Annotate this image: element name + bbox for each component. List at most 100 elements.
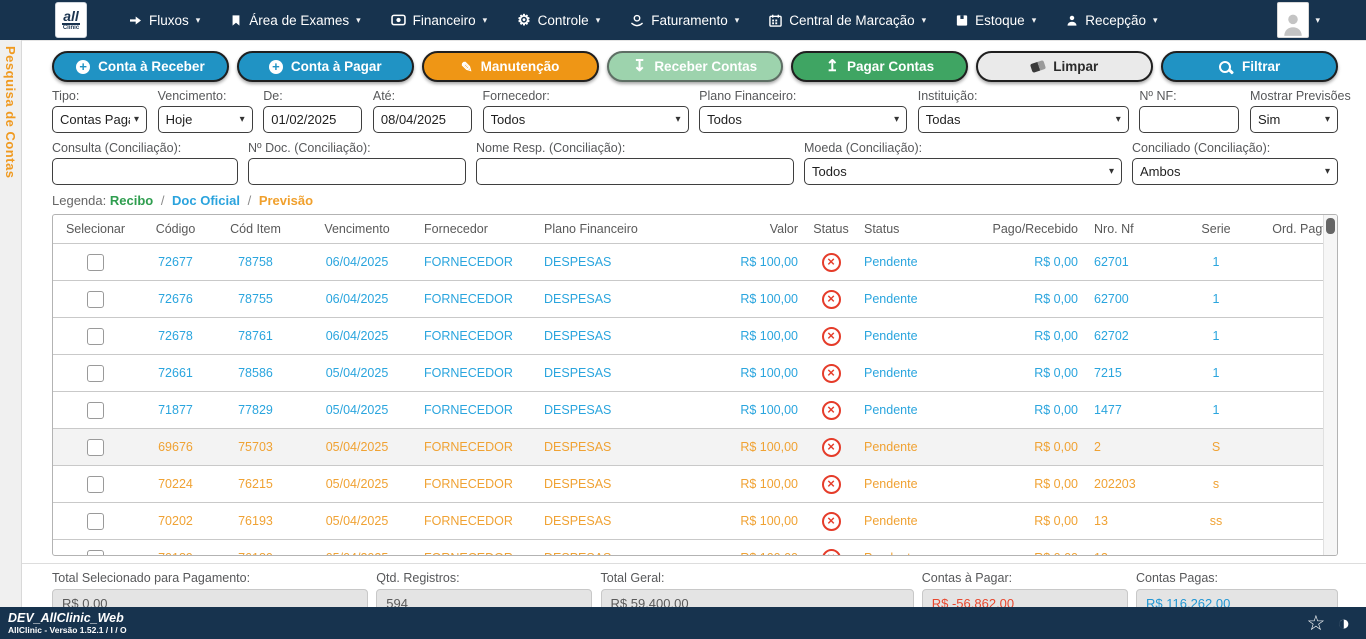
receber-contas-button[interactable]: ↧Receber Contas [607,51,784,82]
cell-ord_pagto [1261,244,1323,281]
chevron-down-icon: ▾ [1325,114,1330,125]
button-label: Conta à Receber [98,59,205,74]
filter-label-fornecedor: Fornecedor: [483,89,689,103]
main-menu: Fluxos▾ Área de Exames▾ Financeiro▾ ⚙Contro… [129,13,1158,28]
cell-serie: 1 [1171,244,1261,281]
filter-doc-input[interactable] [248,158,466,185]
cell-valor: R$ 100,00 [711,466,806,503]
table-row[interactable]: 718777782905/04/2025FORNECEDORDESPESASR$… [53,392,1323,429]
nav-item-estoque[interactable]: Estoque▾ [956,13,1036,28]
row-checkbox[interactable] [87,291,104,308]
filter-label-instituicao: Instituição: [918,89,1129,103]
limpar-button[interactable]: Limpar [976,51,1153,82]
app-logo[interactable]: all Clinic [55,2,87,38]
row-checkbox[interactable] [87,254,104,271]
row-checkbox[interactable] [87,439,104,456]
nav-item-recepcao[interactable]: Recepção▾ [1066,13,1157,28]
cell-fornecedor: FORNECEDOR [416,429,536,466]
column-header-6: Valor [711,215,806,244]
status-cancel-icon: × [822,290,841,309]
nav-item-area-de-exames[interactable]: Área de Exames▾ [230,13,360,28]
filter-conciliado-select[interactable]: Ambos▾ [1132,158,1338,185]
table-row[interactable]: 726787876106/04/2025FORNECEDORDESPESASR$… [53,318,1323,355]
star-icon[interactable]: ☆ [1306,613,1325,634]
button-label: Conta à Pagar [291,59,382,74]
avatar[interactable] [1277,2,1309,38]
user-menu[interactable]: ▾ [1277,2,1320,38]
nav-item-faturamento[interactable]: Faturamento▾ [630,13,739,28]
cell-vencimento: 05/04/2025 [298,429,416,466]
cell-vencimento: 06/04/2025 [298,244,416,281]
cell-ord_pagto [1261,429,1323,466]
filter-tipo-select[interactable]: Contas Pagas▾ [52,106,147,133]
manutencao-button[interactable]: ✎Manutenção [422,51,599,82]
filter-vencimento-select[interactable]: Hoje▾ [158,106,253,133]
legend: Legenda: Recibo / Doc Oficial / Previsão [22,185,1366,212]
filter-fornecedor-select[interactable]: Todos ▾ [483,106,689,133]
accounts-table: SelecionarCódigoCód ItemVencimentoFornec… [53,215,1323,555]
total-label-total-geral: Total Geral: [601,571,914,585]
row-checkbox[interactable] [87,402,104,419]
filter-mostrar-previsoes-select[interactable]: Sim▾ [1250,106,1338,133]
table-row[interactable]: 726767875506/04/2025FORNECEDORDESPESASR$… [53,281,1323,318]
pagar-contas-button[interactable]: ↥Pagar Contas [791,51,968,82]
filter-instituicao-select[interactable]: Todas▾ [918,106,1129,133]
nav-item-controle[interactable]: ⚙Controle▾ [517,13,600,28]
table-row[interactable]: 726777875806/04/2025FORNECEDORDESPESASR$… [53,244,1323,281]
cell-nf: 2 [1086,429,1171,466]
total-total-selecionado: Total Selecionado para Pagamento:R$ 0,00 [52,571,368,607]
nav-item-central-de-marcacao[interactable]: Central de Marcação▾ [769,13,926,28]
cell-valor: R$ 100,00 [711,392,806,429]
chevron-down-icon: ▾ [675,114,680,125]
cell-valor: R$ 100,00 [711,281,806,318]
status-cancel-icon: × [822,364,841,383]
table-scrollbar[interactable] [1323,215,1337,555]
contrast-icon[interactable]: ◑ [1337,613,1350,634]
filter-moeda-select[interactable]: Todos▾ [804,158,1122,185]
row-checkbox[interactable] [87,328,104,345]
filtrar-button[interactable]: Filtrar [1161,51,1338,82]
row-checkbox[interactable] [87,513,104,530]
filter-consulta-input[interactable] [52,158,238,185]
filter-field-vencimento: Vencimento:Hoje▾ [158,89,253,133]
status-cancel-icon: × [822,549,841,556]
nav-item-fluxos[interactable]: Fluxos▾ [129,13,200,28]
filter-label-consulta: Consulta (Conciliação): [52,141,238,155]
cell-vencimento: 06/04/2025 [298,281,416,318]
filter-nf-input[interactable] [1139,106,1239,133]
row-checkbox[interactable] [87,476,104,493]
filter-de-input[interactable] [263,106,362,133]
table-row[interactable]: 702027619305/04/2025FORNECEDORDESPESASR$… [53,503,1323,540]
conta-a-pagar-button[interactable]: +Conta à Pagar [237,51,414,82]
button-label: Limpar [1053,59,1098,74]
download-icon: ↧ [633,59,646,75]
cell-pago: R$ 0,00 [971,281,1086,318]
filter-ate-input[interactable] [373,106,472,133]
selected-value: Todas [926,112,961,127]
table-row[interactable]: 702247621505/04/2025FORNECEDORDESPESASR$… [53,466,1323,503]
cell-fornecedor: FORNECEDOR [416,318,536,355]
chevron-down-icon: ▾ [240,114,245,125]
filter-label-plano-financeiro: Plano Financeiro: [699,89,907,103]
nav-item-label: Área de Exames [249,13,349,28]
table-row[interactable]: 726617858605/04/2025FORNECEDORDESPESASR$… [53,355,1323,392]
table-row[interactable]: 696767570305/04/2025FORNECEDORDESPESASR$… [53,429,1323,466]
action-toolbar: +Conta à Receber +Conta à Pagar ✎Manutençã… [22,41,1366,89]
cell-nf: 7215 [1086,355,1171,392]
upload-icon: ↥ [826,59,839,75]
cell-pago: R$ 0,00 [971,540,1086,556]
filter-nome-resp-input[interactable] [476,158,794,185]
total-value-total-geral: R$ 59.400,00 [601,589,914,607]
row-checkbox[interactable] [87,550,104,556]
nav-item-financeiro[interactable]: Financeiro▾ [391,13,488,28]
filter-plano-financeiro-select[interactable]: Todos▾ [699,106,907,133]
table-row[interactable]: 701897618005/04/2025FORNECEDORDESPESASR$… [53,540,1323,556]
selected-value: Todos [491,112,526,127]
conta-a-receber-button[interactable]: +Conta à Receber [52,51,229,82]
filter-label-nome-resp: Nome Resp. (Conciliação): [476,141,794,155]
table-scrollbar-thumb[interactable] [1326,218,1335,234]
cell-selecionar [53,244,138,281]
column-header-9: Pago/Recebido [971,215,1086,244]
cell-status: Pendente [856,355,971,392]
row-checkbox[interactable] [87,365,104,382]
